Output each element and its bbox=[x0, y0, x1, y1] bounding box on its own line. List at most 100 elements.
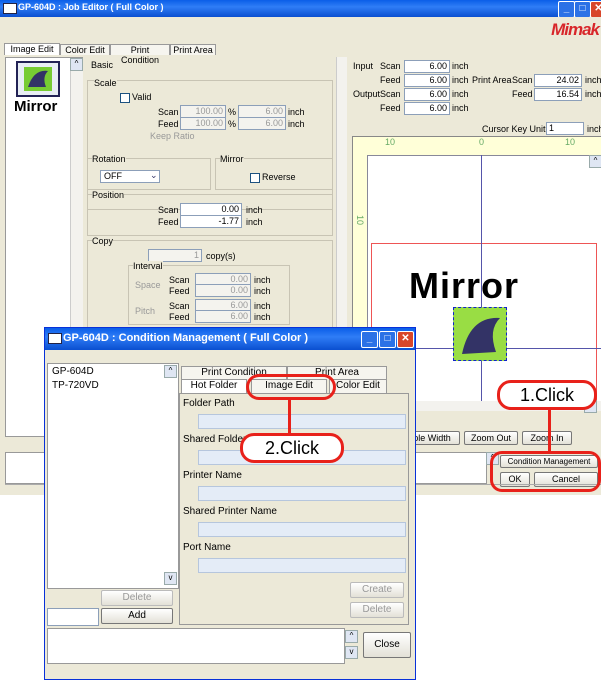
zoom-in-button[interactable]: Zoom In bbox=[522, 431, 572, 445]
tab-color-edit[interactable]: Color Edit bbox=[60, 44, 110, 55]
tab-image-edit[interactable]: Image Edit bbox=[4, 43, 60, 55]
printer-name-field[interactable] bbox=[198, 486, 406, 501]
pa-feed-unit: inch bbox=[585, 89, 601, 99]
ruler-label-left: 10 bbox=[385, 137, 396, 147]
scale-feed-pct[interactable]: 100.00 bbox=[180, 117, 226, 130]
output-label: Output bbox=[353, 89, 381, 99]
chevron-down-icon[interactable]: ⌄ bbox=[150, 170, 158, 181]
pitch-feed-input[interactable]: 6.00 bbox=[195, 310, 251, 323]
close-icon[interactable]: ✕ bbox=[590, 1, 601, 18]
tab-color-edit[interactable]: Color Edit bbox=[329, 379, 387, 393]
position-group: Position Scan 0.00 inch Feed -1.77 inch bbox=[87, 190, 333, 236]
pa-feed-label: Feed bbox=[512, 89, 533, 99]
preview-image[interactable] bbox=[453, 307, 507, 361]
minimize-icon[interactable]: _ bbox=[558, 1, 575, 18]
valid-checkbox[interactable] bbox=[120, 93, 130, 103]
mirror-label: Mirror bbox=[220, 154, 244, 164]
out-feed-value: 6.00 bbox=[404, 102, 450, 115]
maximize-icon[interactable]: □ bbox=[379, 331, 396, 348]
close-icon[interactable]: ✕ bbox=[397, 331, 414, 348]
keep-ratio-checkbox[interactable]: Keep Ratio bbox=[150, 131, 195, 141]
pos-feed-input[interactable]: -1.77 bbox=[180, 215, 242, 228]
message-scroll-up-icon[interactable]: ^ bbox=[345, 630, 358, 643]
canvas-scroll-up-icon[interactable]: ^ bbox=[589, 155, 601, 168]
pa-scan-unit: inch bbox=[585, 75, 601, 85]
folder-path-field[interactable] bbox=[198, 414, 406, 429]
cond-title: GP-604D : Condition Management ( Full Co… bbox=[63, 332, 309, 344]
pitch-scan-label: Scan bbox=[169, 301, 190, 311]
pitch-unit-2: inch bbox=[254, 312, 271, 322]
add-name-input[interactable] bbox=[47, 608, 99, 626]
print-area-label: Print Area bbox=[472, 75, 512, 85]
space-radio[interactable]: Space bbox=[135, 280, 161, 290]
out-scan-unit: inch bbox=[452, 89, 469, 99]
message-scroll-down-icon[interactable]: v bbox=[345, 646, 358, 659]
input-label: Input bbox=[353, 61, 374, 71]
rotation-group: Rotation OFF ⌄ bbox=[87, 154, 211, 190]
port-name-label: Port Name bbox=[183, 542, 231, 553]
highlight-image-edit-tab bbox=[246, 374, 336, 400]
position-label: Position bbox=[92, 190, 125, 200]
in-scan-unit: inch bbox=[452, 61, 469, 71]
out-scan-value: 6.00 bbox=[404, 88, 450, 101]
pos-unit-2: inch bbox=[246, 217, 263, 227]
cursor-key-unit-select[interactable]: 1 bbox=[546, 122, 584, 135]
message-area bbox=[47, 628, 345, 664]
interval-group: Interval Space Scan 0.00 inch Feed 0.00 … bbox=[128, 261, 290, 325]
create-button[interactable]: Create bbox=[350, 582, 404, 598]
reverse-checkbox[interactable] bbox=[250, 173, 260, 183]
scale-unit-2: inch bbox=[288, 119, 305, 129]
condition-management-window: GP-604D : Condition Management ( Full Co… bbox=[44, 327, 416, 680]
thumbnail-dolphin[interactable] bbox=[16, 61, 60, 97]
app-icon bbox=[3, 3, 17, 14]
rotation-label: Rotation bbox=[92, 154, 126, 164]
out-feed-label: Feed bbox=[380, 103, 401, 113]
shared-printer-field[interactable] bbox=[198, 522, 406, 537]
delete-printer-button[interactable]: Delete bbox=[101, 590, 173, 606]
space-feed-label: Feed bbox=[169, 286, 190, 296]
cond-titlebar[interactable]: GP-604D : Condition Management ( Full Co… bbox=[45, 328, 415, 350]
callout-1-leader bbox=[548, 408, 551, 452]
scale-feed-val[interactable]: 6.00 bbox=[238, 117, 286, 130]
tab-print-area[interactable]: Print Area bbox=[170, 44, 216, 55]
list-item[interactable]: GP-604D bbox=[52, 366, 94, 377]
list-scroll-down-icon[interactable]: v bbox=[164, 572, 177, 585]
ruler-label-mid: 0 bbox=[479, 137, 485, 147]
h-ruler: 10 0 10 bbox=[353, 137, 601, 156]
thumbnail-mirror[interactable]: Mirror bbox=[14, 98, 57, 115]
preview-mirror-text: Mirror bbox=[409, 265, 520, 306]
add-printer-button[interactable]: Add bbox=[101, 608, 173, 624]
dolphin-icon bbox=[462, 317, 500, 354]
shared-printer-label: Shared Printer Name bbox=[183, 506, 277, 517]
in-feed-value: 6.00 bbox=[404, 74, 450, 87]
tab-hot-folder[interactable]: Hot Folder bbox=[181, 379, 247, 393]
pitch-radio[interactable]: Pitch bbox=[135, 306, 155, 316]
highlight-ok-cancel bbox=[490, 451, 601, 492]
space-feed-input[interactable]: 0.00 bbox=[195, 284, 251, 297]
in-scan-value: 6.00 bbox=[404, 60, 450, 73]
minimize-icon[interactable]: _ bbox=[361, 331, 378, 348]
space-unit-2: inch bbox=[254, 286, 271, 296]
zoom-out-button[interactable]: Zoom Out bbox=[464, 431, 518, 445]
pct-unit-2: % bbox=[228, 119, 237, 129]
list-scroll-up-icon[interactable]: ^ bbox=[164, 365, 177, 378]
scroll-up-icon[interactable]: ^ bbox=[70, 58, 83, 71]
tab-print-condition[interactable]: Print Condition bbox=[110, 44, 170, 65]
close-button[interactable]: Close bbox=[363, 632, 411, 658]
app-icon bbox=[48, 333, 62, 344]
job-editor-titlebar[interactable]: GP-604D : Job Editor ( Full Color ) _ □ … bbox=[0, 0, 601, 18]
maximize-icon[interactable]: □ bbox=[574, 1, 591, 18]
delete-button[interactable]: Delete bbox=[350, 602, 404, 618]
list-item[interactable]: TP-720VD bbox=[52, 380, 99, 391]
pct-unit: % bbox=[228, 107, 237, 117]
in-feed-label: Feed bbox=[380, 75, 401, 85]
mimaki-logo: Mimak bbox=[551, 20, 600, 39]
copy-label: Copy bbox=[92, 236, 114, 246]
ruler-label-right: 10 bbox=[565, 137, 576, 147]
interval-label: Interval bbox=[133, 261, 163, 271]
in-feed-unit: inch bbox=[452, 75, 469, 85]
pa-scan-value: 24.02 bbox=[534, 74, 582, 87]
port-name-field[interactable] bbox=[198, 558, 406, 573]
reverse-label: Reverse bbox=[262, 172, 296, 182]
cursor-unit: inch bbox=[587, 124, 601, 134]
